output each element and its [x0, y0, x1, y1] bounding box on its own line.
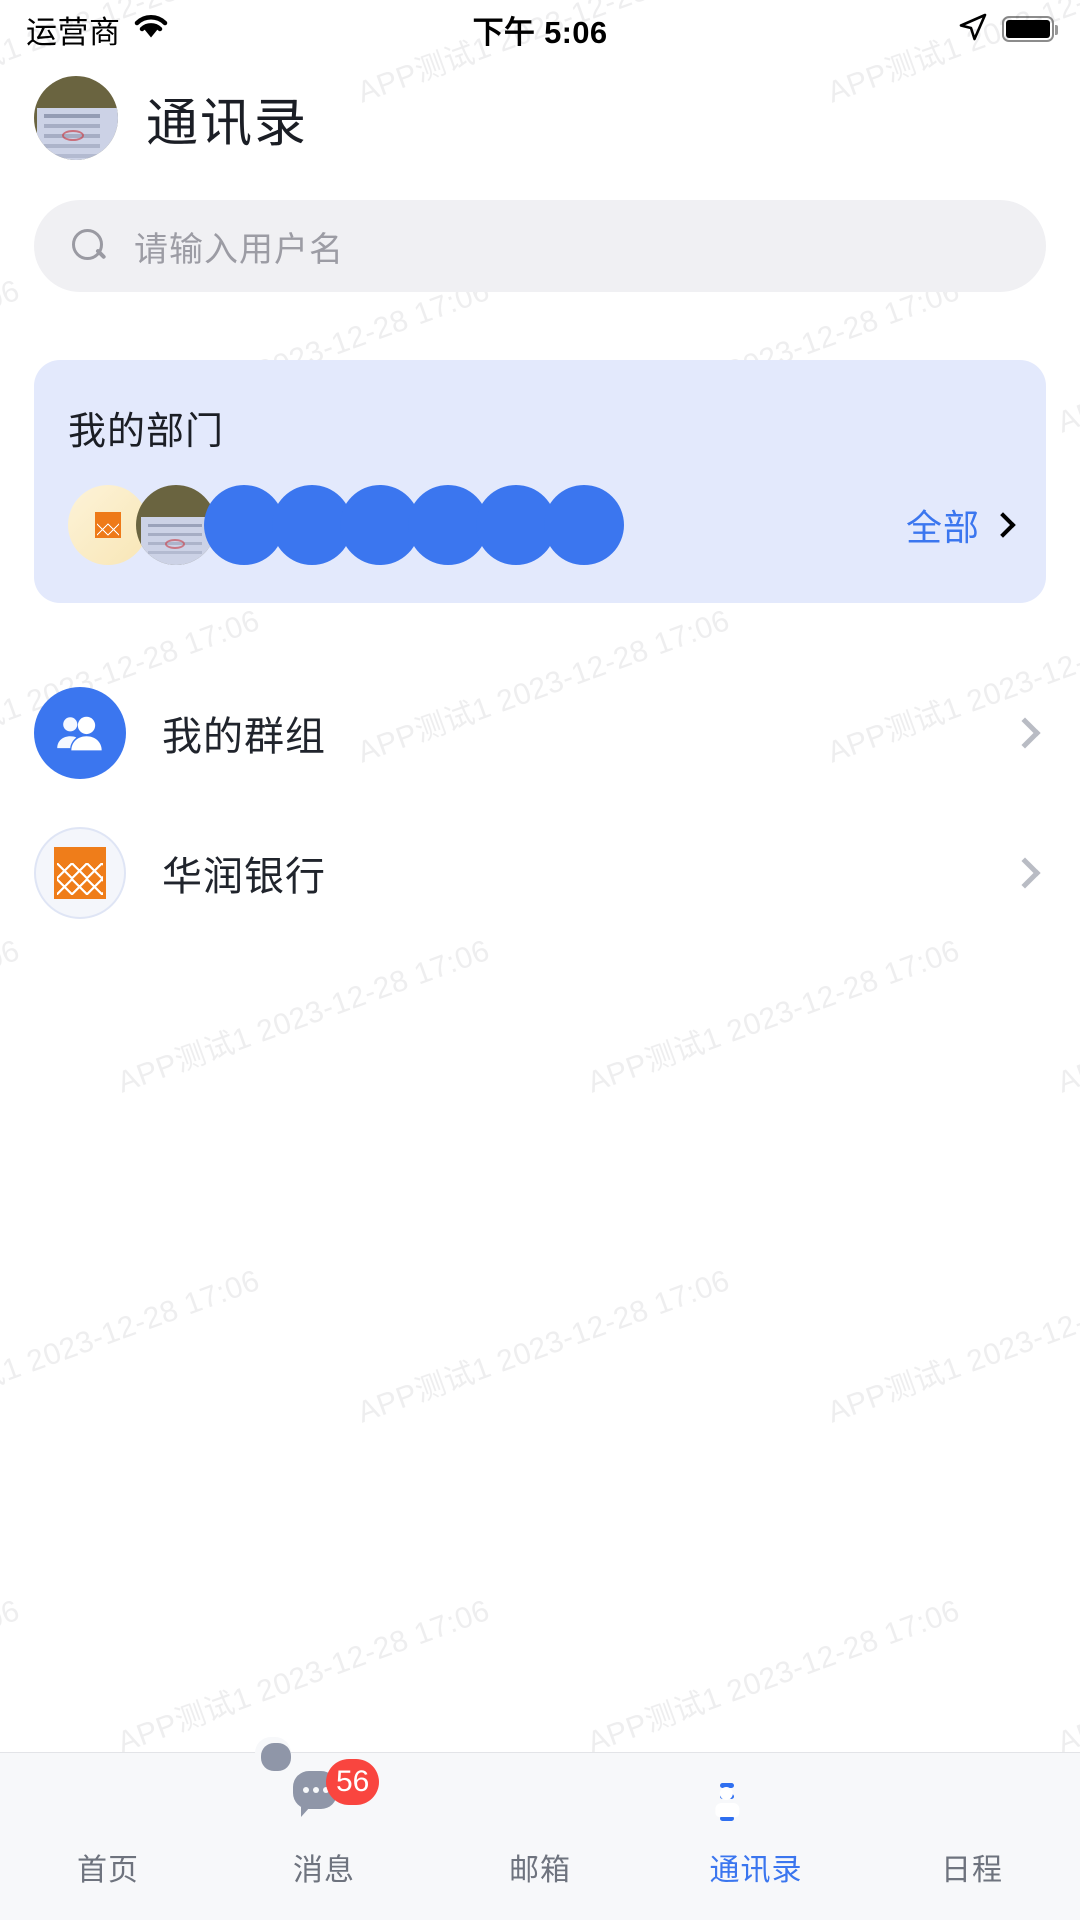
tab-home[interactable]: 首页: [0, 1756, 216, 1889]
tab-label: 通讯录: [709, 1854, 803, 1887]
calendar-icon: 28: [941, 1789, 973, 1820]
group-people-icon: [34, 687, 126, 779]
avatar-stamp: [61, 129, 84, 141]
watermark-text: APP测试1 2023-12-28 17:06: [823, 1264, 1080, 1430]
tab-label: 首页: [77, 1854, 139, 1887]
watermark-text: APP测试1 2023-12-28 17:06: [1053, 1594, 1080, 1760]
watermark-text: APP测试1 2023-12-28 17:06: [0, 1593, 25, 1760]
tab-label: 消息: [293, 1854, 355, 1887]
location-arrow-icon: [958, 12, 988, 47]
search-input[interactable]: 请输入用户名: [34, 200, 1046, 292]
list-item-label: 华润银行: [162, 855, 326, 899]
chevron-right-icon: [1009, 857, 1041, 889]
watermark-text: APP测试1 2023-12-28 17:06: [1053, 934, 1080, 1100]
contacts-book-icon: [715, 1771, 787, 1833]
watermark-text: APP测试1 2023-12-28 17:06: [0, 933, 25, 1100]
department-view-all-button[interactable]: 全部: [886, 499, 1016, 551]
watermark-text: APP测试1 2023-12-28 17:06: [353, 1263, 735, 1430]
status-bar: 运营商 下午 5:06: [0, 0, 1080, 58]
page-header: 通讯录: [0, 58, 1080, 168]
list-item-china-resources-bank[interactable]: 华润银行: [0, 803, 1080, 943]
watermark-text: APP测试1 2023-12-28 17:06: [113, 933, 495, 1100]
page-title: 通讯录: [146, 94, 309, 153]
mail-envelope-icon: [509, 1771, 571, 1833]
watermark-text: APP测试1 2023-12-28 17:06: [113, 1593, 495, 1760]
avatar-doc-image: [37, 107, 118, 160]
message-badge: 56: [326, 1759, 380, 1805]
tab-contacts[interactable]: 通讯录: [648, 1771, 864, 1889]
status-bar-right: [540, 12, 1058, 47]
tab-label: 日程: [941, 1854, 1003, 1887]
avatar[interactable]: [34, 76, 118, 160]
watermark-text: APP测试1 2023-12-28 17:06: [0, 1263, 265, 1430]
my-department-card[interactable]: 我的部门 全部: [34, 360, 1046, 603]
app-screen: 运营商 下午 5:06 通讯录 请输入用户名 我的部门 全部 我的群组 华润银行…: [0, 0, 1080, 1920]
list-item-my-groups[interactable]: 我的群组: [0, 663, 1080, 803]
bottom-tab-bar: 首页 56 消息 邮箱 通讯录 28 日程: [0, 1743, 1080, 1920]
department-view-all-label: 全部: [905, 507, 980, 548]
china-resources-bank-logo-icon: [34, 827, 126, 919]
avatar-stamp: [164, 539, 185, 550]
tab-messages[interactable]: 56 消息: [216, 1743, 432, 1889]
tab-mailbox[interactable]: 邮箱: [432, 1771, 648, 1889]
tab-schedule[interactable]: 28 日程: [864, 1771, 1080, 1889]
chat-bubbles-icon: 56: [261, 1743, 380, 1833]
search-placeholder: 请输入用户名: [134, 230, 344, 269]
home-bolt-icon: [69, 1756, 139, 1833]
search-section: 请输入用户名: [0, 168, 1080, 292]
tab-label: 邮箱: [509, 1854, 571, 1887]
department-avatar-8[interactable]: [544, 485, 624, 565]
my-department-title: 我的部门: [68, 411, 225, 453]
china-resources-mark-icon: [95, 512, 121, 538]
battery-full-icon: [1002, 16, 1058, 42]
chevron-right-icon: [990, 512, 1016, 538]
chevron-right-icon: [1009, 717, 1041, 749]
search-icon: [72, 229, 106, 263]
watermark-text: APP测试1 2023-12-28 17:06: [583, 1593, 965, 1760]
contacts-list: 我的群组 华润银行: [0, 663, 1080, 943]
watermark-text: APP测试1 2023-12-28 17:06: [583, 933, 965, 1100]
my-department-row: 全部: [68, 485, 1016, 565]
list-item-label: 我的群组: [162, 715, 326, 759]
department-member-avatars[interactable]: [68, 485, 886, 565]
bank-logo-mark: [54, 847, 106, 899]
